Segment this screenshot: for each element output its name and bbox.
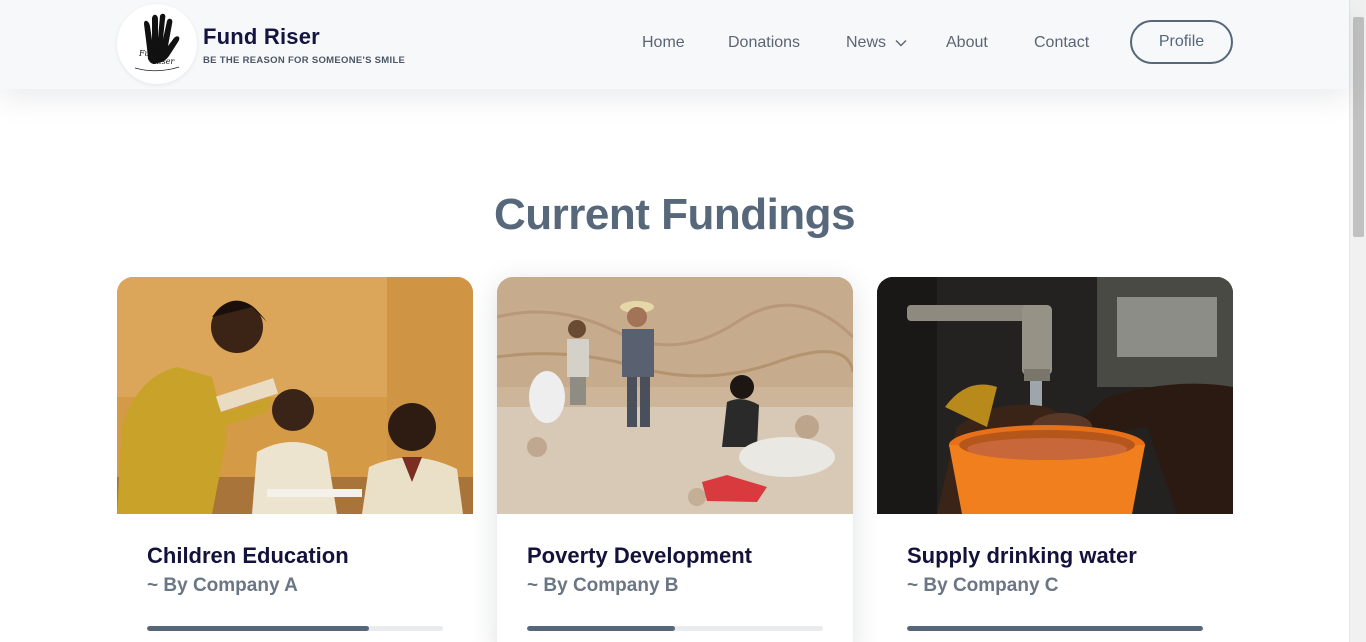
funding-card-water[interactable]: Supply drinking water ~ By Company C	[877, 277, 1233, 642]
funding-progress-fill	[527, 626, 675, 631]
children-classroom-photo	[117, 277, 473, 514]
card-company: ~ By Company B	[527, 575, 679, 596]
nav-donations[interactable]: Donations	[728, 34, 800, 52]
logo[interactable]: Fund Riser	[117, 4, 197, 84]
card-title[interactable]: Children Education	[147, 543, 349, 569]
funding-progress-bar	[527, 626, 823, 631]
funding-progress-fill	[147, 626, 369, 631]
hand-logo-icon: Fund Riser	[134, 13, 180, 72]
funding-card-poverty[interactable]: Poverty Development ~ By Company B	[497, 277, 853, 642]
funding-progress-bar	[907, 626, 1203, 631]
chevron-down-icon	[895, 40, 907, 47]
svg-text:Riser: Riser	[152, 57, 175, 66]
brand-tagline: BE THE REASON FOR SOMEONE'S SMILE	[203, 55, 406, 66]
card-title[interactable]: Supply drinking water	[907, 543, 1137, 569]
funding-card-education[interactable]: Children Education ~ By Company A	[117, 277, 473, 642]
card-title[interactable]: Poverty Development	[527, 543, 752, 569]
water-tap-photo	[877, 277, 1233, 514]
children-quarry-photo	[497, 277, 853, 514]
nav-contact[interactable]: Contact	[1034, 34, 1089, 52]
card-company: ~ By Company A	[147, 575, 298, 596]
site-header: Fund Riser Fund Riser BE THE REASON FOR …	[0, 0, 1349, 89]
nav-about[interactable]: About	[946, 34, 988, 52]
nav-news-label: News	[846, 34, 887, 51]
section-title: Current Fundings	[493, 190, 856, 239]
brand-name[interactable]: Fund Riser	[203, 24, 320, 50]
card-company: ~ By Company C	[907, 575, 1059, 596]
profile-button[interactable]: Profile	[1130, 20, 1233, 64]
nav-news[interactable]: News	[846, 34, 910, 52]
nav-home[interactable]: Home	[642, 34, 685, 52]
scrollbar-thumb[interactable]	[1353, 17, 1364, 237]
funding-progress-bar	[147, 626, 443, 631]
page-scrollbar[interactable]	[1349, 0, 1366, 642]
funding-progress-fill	[907, 626, 1203, 631]
